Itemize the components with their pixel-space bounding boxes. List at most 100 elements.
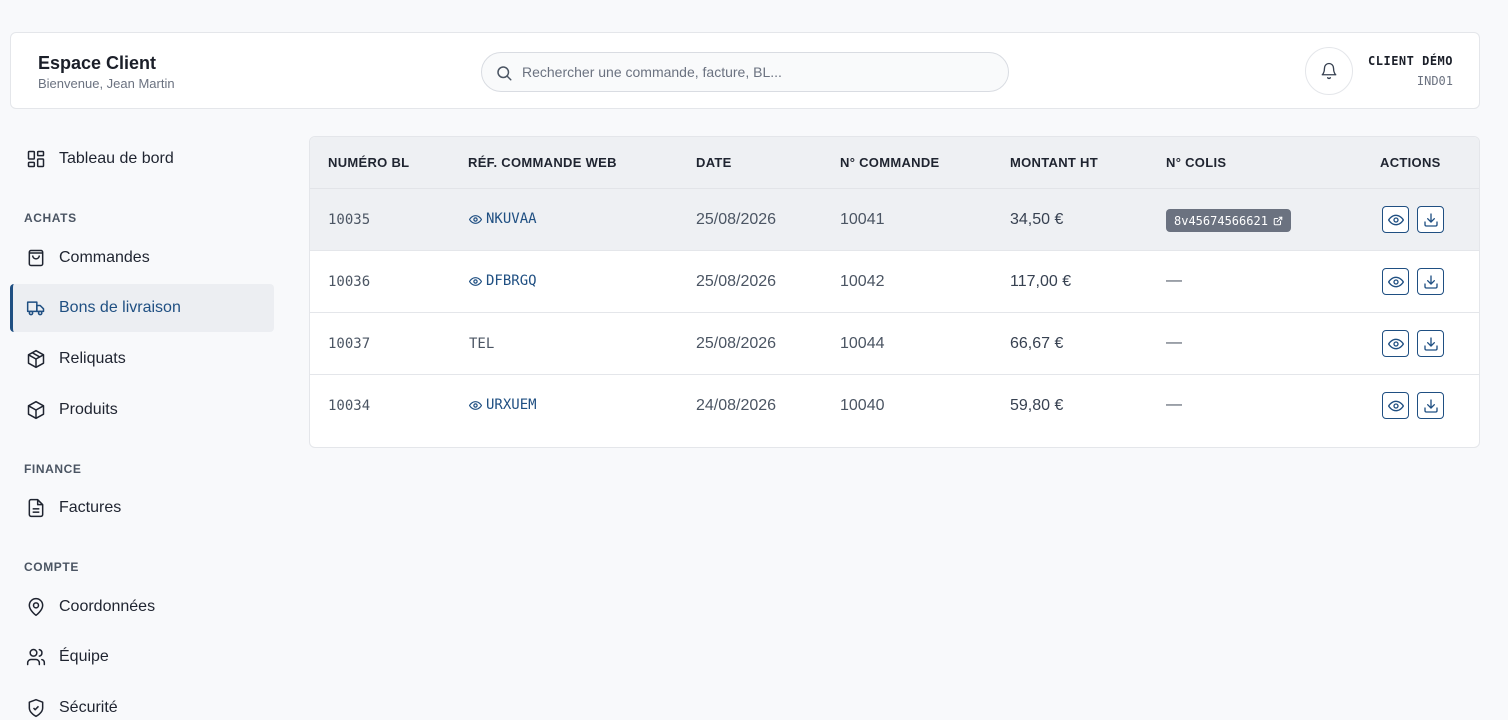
bl-number: 10036: [328, 274, 371, 290]
download-button[interactable]: [1417, 330, 1444, 357]
column-header[interactable]: MONTANT HT: [1010, 155, 1098, 170]
tracking-number: 8v45674566621: [1174, 213, 1268, 228]
package-icon: [25, 399, 47, 421]
eye-icon: [469, 214, 482, 224]
search-icon: [495, 64, 513, 82]
sidebar-item-label: Sécurité: [59, 699, 118, 716]
sidebar-item-label: Commandes: [59, 249, 150, 266]
truck-icon: [25, 297, 47, 319]
client-code: IND01: [1416, 74, 1453, 88]
sidebar-item-securite[interactable]: Sécurité: [10, 684, 274, 720]
date-cell: 25/08/2026: [696, 273, 777, 290]
download-icon: [1423, 398, 1438, 413]
eye-icon: [1387, 400, 1404, 411]
amount-cell: 66,67 €: [1010, 335, 1064, 352]
tracking-empty: —: [1166, 272, 1182, 289]
column-header[interactable]: NUMÉRO BL: [328, 155, 409, 170]
column-header[interactable]: DATE: [696, 155, 732, 170]
web-order-ref: DFBRGQ: [486, 273, 537, 289]
document-icon: [25, 497, 47, 519]
web-order-ref: URXUEM: [486, 397, 537, 413]
column-header[interactable]: N° COMMANDE: [840, 155, 940, 170]
table-row[interactable]: 10037 TEL 25/08/2026 10044 66,67 € —: [310, 313, 1479, 375]
bl-number: 10037: [328, 336, 371, 352]
client-name[interactable]: CLIENT DÉMO: [1368, 54, 1453, 68]
download-button[interactable]: [1417, 268, 1444, 295]
web-order-link[interactable]: NKUVAA: [469, 211, 537, 227]
shopping-bag-icon: [25, 247, 47, 269]
date-cell: 24/08/2026: [696, 397, 777, 414]
table-header: NUMÉRO BL RÉF. COMMANDE WEB DATE N° COMM…: [310, 137, 1479, 189]
dashboard-icon: [25, 148, 47, 170]
eye-icon: [1387, 214, 1404, 225]
amount-cell: 34,50 €: [1010, 211, 1064, 228]
app-title: Espace Client: [38, 53, 157, 73]
tracking-empty: —: [1166, 334, 1182, 351]
view-button[interactable]: [1382, 268, 1409, 295]
view-button[interactable]: [1382, 206, 1409, 233]
sidebar-item-produits[interactable]: Produits: [10, 386, 274, 434]
boxes-icon: [25, 348, 47, 370]
web-order-link[interactable]: URXUEM: [469, 397, 537, 413]
sidebar-item-label: Coordonnées: [59, 598, 156, 615]
sidebar-item-factures[interactable]: Factures: [10, 484, 274, 532]
view-button[interactable]: [1382, 392, 1409, 419]
sidebar-item-coordonnees[interactable]: Coordonnées: [10, 583, 274, 631]
download-icon: [1423, 336, 1438, 351]
date-cell: 25/08/2026: [696, 211, 777, 228]
sidebar-item-commandes[interactable]: Commandes: [10, 234, 274, 282]
bl-number: 10034: [328, 398, 371, 414]
sidebar-item-dashboard[interactable]: Tableau de bord: [10, 135, 274, 183]
amount-cell: 59,80 €: [1010, 397, 1064, 414]
sidebar-item-label: Bons de livraison: [59, 299, 181, 316]
download-button[interactable]: [1417, 392, 1444, 419]
map-pin-icon: [25, 596, 47, 618]
table-row[interactable]: 10035 NKUVAA 25/08/2026 10041 34,50 € 8v…: [310, 189, 1479, 251]
users-icon: [25, 646, 47, 668]
web-order-ref: NKUVAA: [486, 211, 537, 227]
top-header: Espace Client Bienvenue, Jean Martin CLI…: [10, 32, 1480, 109]
section-label-compte: COMPTE: [24, 560, 79, 574]
order-number: 10044: [840, 335, 885, 352]
order-number: 10042: [840, 273, 885, 290]
sidebar-item-equipe[interactable]: Équipe: [10, 633, 274, 681]
tracking-empty: —: [1166, 396, 1182, 413]
column-header[interactable]: RÉF. COMMANDE WEB: [468, 155, 617, 170]
download-icon: [1423, 212, 1438, 227]
sidebar-item-bons-de-livraison[interactable]: Bons de livraison: [10, 284, 274, 332]
sidebar-item-label: Reliquats: [59, 350, 126, 367]
eye-icon: [1387, 276, 1404, 287]
download-icon: [1423, 274, 1438, 289]
search-box[interactable]: [481, 52, 1009, 92]
order-number: 10041: [840, 211, 885, 228]
table-row[interactable]: 10036 DFBRGQ 25/08/2026 10042 117,00 € —: [310, 251, 1479, 313]
section-label-achats: ACHATS: [24, 211, 77, 225]
tracking-badge[interactable]: 8v45674566621: [1166, 209, 1291, 232]
web-order-ref: TEL: [469, 336, 495, 352]
welcome-text: Bienvenue, Jean Martin: [38, 76, 175, 91]
view-button[interactable]: [1382, 330, 1409, 357]
notifications-button[interactable]: [1305, 47, 1353, 95]
eye-icon: [469, 276, 482, 286]
column-header[interactable]: N° COLIS: [1166, 155, 1226, 170]
sidebar-item-label: Tableau de bord: [59, 150, 174, 167]
sidebar-item-label: Équipe: [59, 648, 109, 665]
bell-icon: [1320, 62, 1338, 80]
sidebar-item-label: Factures: [59, 499, 122, 516]
column-header: ACTIONS: [1380, 155, 1441, 170]
search-input[interactable]: [522, 53, 992, 91]
order-number: 10040: [840, 397, 885, 414]
external-link-icon: [1273, 216, 1283, 225]
table-row[interactable]: 10034 URXUEM 24/08/2026 10040 59,80 € —: [310, 375, 1479, 437]
sidebar-item-label: Produits: [59, 401, 118, 418]
date-cell: 25/08/2026: [696, 335, 777, 352]
eye-icon: [1387, 338, 1404, 349]
bl-number: 10035: [328, 212, 371, 228]
download-button[interactable]: [1417, 206, 1444, 233]
delivery-notes-table: NUMÉRO BL RÉF. COMMANDE WEB DATE N° COMM…: [309, 136, 1480, 448]
shield-check-icon: [25, 697, 47, 719]
sidebar-item-reliquats[interactable]: Reliquats: [10, 335, 274, 383]
web-order-link[interactable]: DFBRGQ: [469, 273, 537, 289]
section-label-finance: FINANCE: [24, 462, 82, 476]
eye-icon: [469, 400, 482, 410]
